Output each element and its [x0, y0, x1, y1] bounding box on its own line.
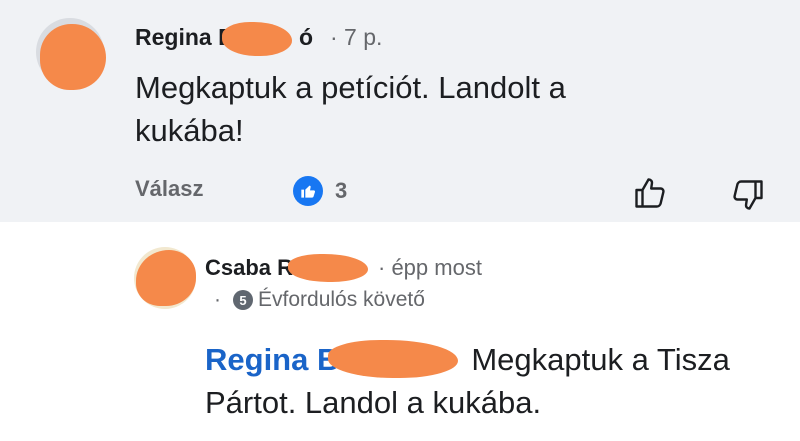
anniversary-badge-icon: 5 [233, 290, 253, 310]
downvote-icon[interactable] [730, 177, 766, 218]
name-redaction [222, 22, 292, 56]
upvote-icon[interactable] [632, 175, 668, 216]
avatar-redaction [40, 24, 106, 90]
comment-author-tail: ó [299, 24, 314, 50]
name-redaction [288, 254, 368, 282]
badge-label[interactable]: Évfordulós követő [258, 288, 425, 312]
like-count: 3 [335, 178, 348, 203]
parent-comment: Regina B ó · 7 p. Megkaptuk a petíciót. … [0, 0, 800, 222]
comment-timestamp: · 7 p. [330, 24, 383, 50]
reply-author[interactable]: Csaba R [205, 255, 293, 281]
like-reaction-icon[interactable] [293, 176, 323, 206]
reply-button[interactable]: Válasz [135, 176, 204, 202]
avatar-redaction [136, 250, 196, 306]
badge-separator: · [214, 288, 221, 311]
comment-author[interactable]: Regina B [135, 24, 235, 51]
comment-text: Megkaptuk a petíciót. Landolt a kukába! [135, 70, 566, 148]
mention-redaction [328, 340, 458, 378]
reply-timestamp: · épp most [378, 255, 482, 280]
reply-text: Regina B Megkaptuk a Tisza Pártot. Landol… [205, 342, 730, 420]
mention-link[interactable]: Regina B [205, 342, 339, 377]
